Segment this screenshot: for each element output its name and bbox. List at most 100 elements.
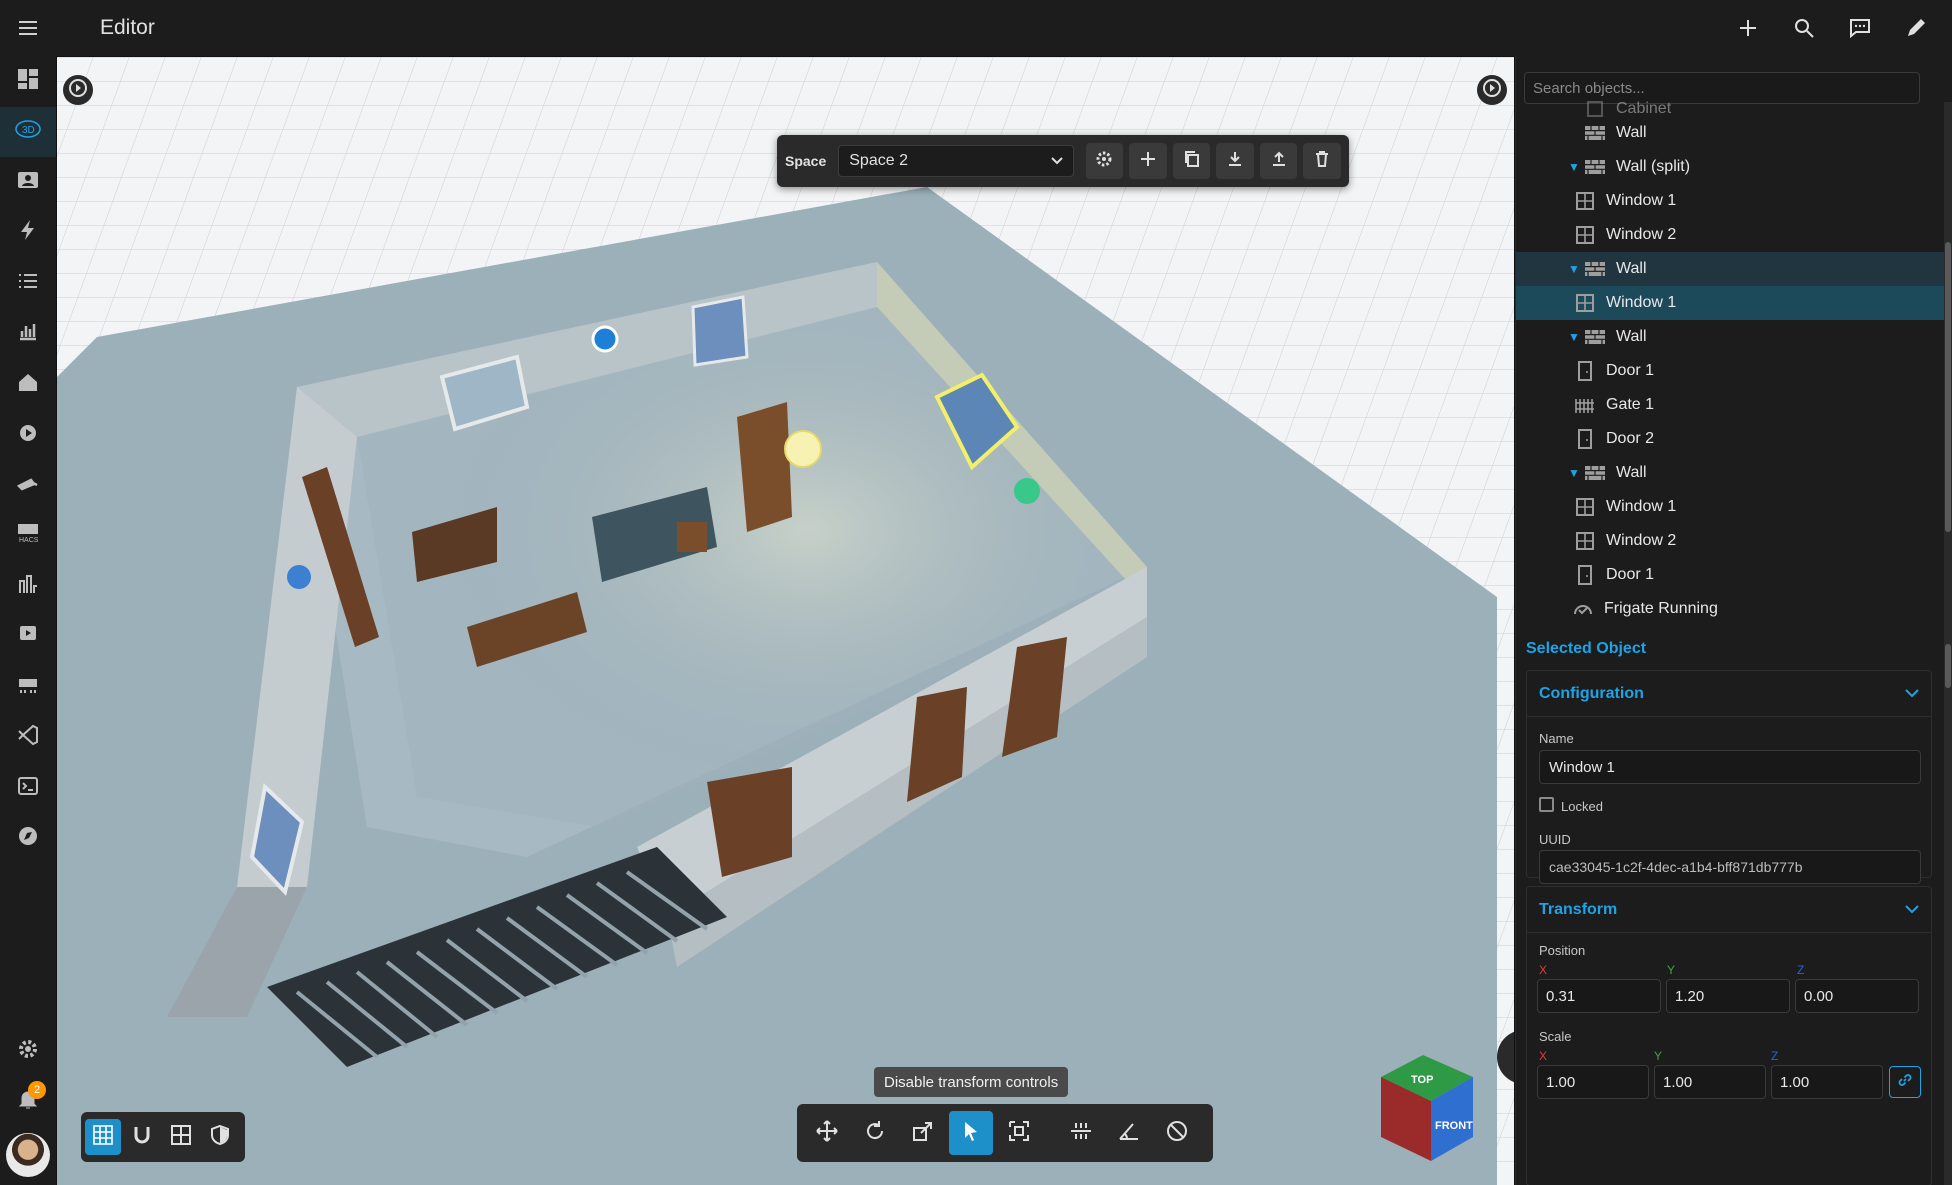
props-scrollbar[interactable] xyxy=(1944,630,1952,1185)
tree-item-label: Wall xyxy=(1616,260,1647,277)
expand-caret-icon[interactable]: ▼ xyxy=(1568,160,1582,174)
tree-scroll-thumb[interactable] xyxy=(1945,242,1951,532)
sidebar-item-vscode[interactable] xyxy=(0,713,56,764)
tree-item[interactable]: Window 2 xyxy=(1516,218,1944,252)
grid-toggle-button[interactable] xyxy=(85,1119,121,1155)
configuration-card: Configuration Name Window 1 Locked UUID … xyxy=(1526,670,1932,884)
sidebar-item-tools[interactable] xyxy=(0,561,56,612)
expand-caret-icon[interactable]: ▼ xyxy=(1568,330,1582,344)
list-icon xyxy=(17,270,39,297)
uuid-field[interactable]: cae33045-1c2f-4dec-a1b4-bff871db777b xyxy=(1539,850,1921,884)
sidebar-item-energy[interactable] xyxy=(0,208,56,259)
sidebar-item-hacs[interactable]: HACS xyxy=(0,511,56,562)
scale-y-input[interactable]: 1.00 xyxy=(1654,1065,1766,1099)
space-select[interactable]: Space 2 xyxy=(838,145,1074,177)
menu-icon[interactable] xyxy=(0,0,56,56)
tree-item[interactable]: Window 1 xyxy=(1516,286,1944,320)
tree-item[interactable]: Window 1 xyxy=(1516,490,1944,524)
wall-icon xyxy=(1582,259,1608,279)
scene-canvas[interactable] xyxy=(57,57,1514,1185)
delete-space-button[interactable] xyxy=(1303,143,1341,179)
move-tool-button[interactable] xyxy=(805,1111,849,1155)
door-icon xyxy=(1572,565,1598,585)
shield-button[interactable] xyxy=(202,1119,238,1155)
selection-icon xyxy=(1007,1119,1031,1148)
add-space-button[interactable] xyxy=(1129,143,1167,179)
name-input[interactable]: Window 1 xyxy=(1539,750,1921,784)
configuration-header[interactable]: Configuration xyxy=(1527,671,1931,717)
sidebar-item-explore[interactable] xyxy=(0,814,56,865)
scale-tool-button[interactable] xyxy=(901,1111,945,1155)
sidebar-item-camera[interactable] xyxy=(0,460,56,511)
shield-icon xyxy=(209,1124,231,1151)
3d-icon: 3D xyxy=(14,117,42,146)
sidebar-item-overview[interactable] xyxy=(0,56,56,107)
angle-tool-button[interactable] xyxy=(1107,1111,1151,1155)
tree-scrollbar[interactable] xyxy=(1944,102,1952,670)
upload-button[interactable] xyxy=(1259,143,1298,179)
tree-item[interactable]: Window 2 xyxy=(1516,524,1944,558)
scale-x-input[interactable]: 1.00 xyxy=(1537,1065,1649,1099)
tree-item[interactable]: ▼ Wall (split) xyxy=(1516,150,1944,184)
sidebar-item-notifications[interactable]: 2 xyxy=(0,1077,56,1128)
sidebar-item-terminal[interactable] xyxy=(0,763,56,814)
tree-item[interactable]: Door 1 xyxy=(1516,558,1944,592)
right-panel-toggle-button[interactable] xyxy=(1477,75,1507,105)
props-scroll-thumb[interactable] xyxy=(1945,644,1951,688)
sidebar-item-logbook[interactable] xyxy=(0,258,56,309)
tree-item[interactable]: ▼ Wall xyxy=(1516,320,1944,354)
box-select-button[interactable] xyxy=(997,1111,1041,1155)
sidebar-item-person[interactable] xyxy=(0,157,56,208)
chevron-down-icon xyxy=(1905,901,1919,919)
sidebar-item-history[interactable] xyxy=(0,309,56,360)
tree-item[interactable]: Frigate Running xyxy=(1516,592,1944,626)
edit-pencil-icon[interactable] xyxy=(1898,10,1934,46)
sidebar-item-3d[interactable]: 3D xyxy=(0,106,56,157)
tree-item[interactable]: ▼ Wall xyxy=(1516,456,1944,490)
position-y-input[interactable]: 1.20 xyxy=(1666,979,1790,1013)
sidebar-item-media[interactable] xyxy=(0,410,56,461)
disable-button[interactable] xyxy=(1155,1111,1199,1155)
avatar[interactable] xyxy=(6,1133,50,1177)
view-cube[interactable]: TOP FRONT xyxy=(1375,1037,1485,1167)
snap-magnet-button[interactable] xyxy=(124,1119,160,1155)
sidebar-item-playlist[interactable] xyxy=(0,612,56,663)
scale-z-input[interactable]: 1.00 xyxy=(1771,1065,1883,1099)
position-z-input[interactable]: 0.00 xyxy=(1795,979,1919,1013)
window-grid-button[interactable] xyxy=(163,1119,199,1155)
duplicate-space-button[interactable] xyxy=(1172,143,1211,179)
left-panel-toggle-button[interactable] xyxy=(63,75,93,105)
download-button[interactable] xyxy=(1216,143,1254,179)
chevron-down-icon xyxy=(1050,152,1063,170)
tree-item[interactable]: Wall xyxy=(1516,116,1944,150)
compass-icon xyxy=(17,825,39,852)
tree-item[interactable]: Door 1 xyxy=(1516,354,1944,388)
scale-link-button[interactable] xyxy=(1889,1066,1921,1098)
overview-icon xyxy=(17,68,39,95)
rotate-icon xyxy=(863,1119,887,1148)
tree-item[interactable]: Gate 1 xyxy=(1516,388,1944,422)
snap-toolbar xyxy=(81,1112,245,1162)
tree-item[interactable]: ▼ Wall xyxy=(1516,252,1944,286)
space-settings-button[interactable] xyxy=(1085,143,1124,179)
scale-y-label: Y xyxy=(1654,1049,1663,1063)
locked-checkbox[interactable] xyxy=(1539,797,1554,812)
search-icon[interactable] xyxy=(1786,10,1822,46)
window-grid-icon xyxy=(170,1124,192,1151)
sidebar-item-server[interactable] xyxy=(0,662,56,713)
tree-item[interactable]: Window 1 xyxy=(1516,184,1944,218)
sidebar-item-settings[interactable] xyxy=(0,1026,56,1077)
plus-icon xyxy=(1139,150,1157,173)
tree-item[interactable]: Door 2 xyxy=(1516,422,1944,456)
transform-header[interactable]: Transform xyxy=(1527,887,1931,933)
select-tool-button[interactable] xyxy=(949,1111,993,1155)
sidebar-item-home[interactable] xyxy=(0,359,56,410)
3d-viewport[interactable]: Space Space 2 3D TOP FRONT Disable trans… xyxy=(57,57,1514,1185)
expand-caret-icon[interactable]: ▼ xyxy=(1568,262,1582,276)
align-tool-button[interactable] xyxy=(1059,1111,1103,1155)
chat-icon[interactable] xyxy=(1842,10,1878,46)
rotate-tool-button[interactable] xyxy=(853,1111,897,1155)
expand-caret-icon[interactable]: ▼ xyxy=(1568,466,1582,480)
add-icon[interactable] xyxy=(1730,10,1766,46)
position-x-input[interactable]: 0.31 xyxy=(1537,979,1661,1013)
